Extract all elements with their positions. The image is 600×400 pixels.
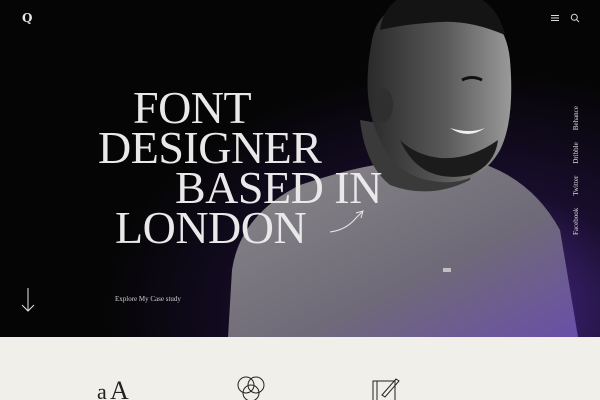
social-link-twitter[interactable]: Twitter [572,176,580,196]
social-link-behance[interactable]: Behance [572,106,580,130]
search-icon[interactable] [570,13,580,23]
svg-text:a: a [97,379,107,400]
color-circles-icon [237,376,265,400]
social-links: Facebook Twitter Dribble Behance [572,106,582,245]
explore-case-study-link[interactable]: Explore My Case study [115,295,181,303]
header-icons [550,13,580,23]
features-section: a A [0,337,600,400]
scroll-down-icon[interactable] [20,287,36,313]
social-link-dribble[interactable]: Dribble [572,142,580,163]
hero-section: Q FONT DESIGNER BASED IN LONDON Explore … [0,0,600,337]
sketch-pad-icon [372,378,400,400]
swoosh-arrow-icon [329,210,364,233]
brand-logo[interactable]: Q [22,11,32,25]
svg-text:A: A [110,376,129,400]
typography-icon: a A [97,376,129,400]
social-link-facebook[interactable]: Facebook [572,208,580,235]
menu-icon[interactable] [550,13,560,23]
